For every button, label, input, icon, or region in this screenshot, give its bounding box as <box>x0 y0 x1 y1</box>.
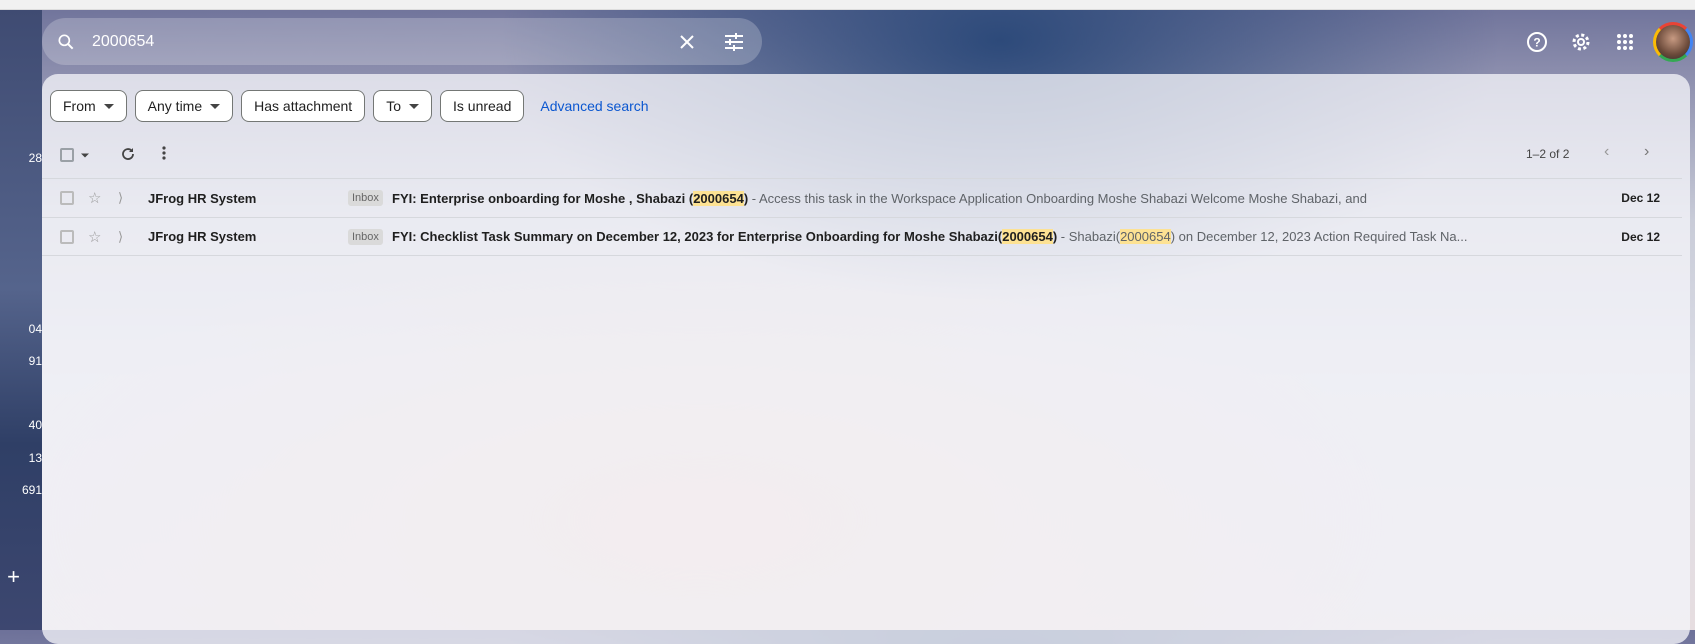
highlight: 2000654 <box>693 190 744 206</box>
filter-to[interactable]: To <box>373 90 432 122</box>
filter-from[interactable]: From <box>50 90 127 122</box>
highlight: 2000654 <box>1120 229 1171 244</box>
label-badge[interactable]: Inbox <box>348 190 383 206</box>
sidebar-count[interactable]: 40 <box>29 418 42 432</box>
more-options-icon[interactable] <box>162 145 166 166</box>
prev-page-icon[interactable]: ‹ <box>1604 143 1609 161</box>
svg-text:?: ? <box>1533 36 1540 50</box>
clear-search-icon[interactable] <box>678 33 696 51</box>
subject-snippet: FYI: Enterprise onboarding for Moshe , S… <box>392 190 1582 206</box>
main-panel: From Any time Has attachment To Is unrea… <box>42 74 1690 644</box>
search-options-icon[interactable] <box>724 32 744 51</box>
sidebar: 28 04 91 40 13 691 + <box>0 10 42 630</box>
add-label-icon[interactable]: + <box>7 564 20 590</box>
snippet: ) on December 12, 2023 Action Required T… <box>1170 229 1468 244</box>
snippet: - Shabazi( <box>1057 229 1121 244</box>
chip-label: Has attachment <box>254 98 353 114</box>
subject: FYI: Enterprise onboarding for Moshe , S… <box>392 190 694 206</box>
filter-any-time[interactable]: Any time <box>134 90 234 122</box>
date: Dec 12 <box>1621 229 1660 244</box>
sidebar-count[interactable]: 13 <box>29 451 42 465</box>
chip-label: To <box>386 98 401 114</box>
sender: JFrog HR System <box>148 229 257 244</box>
sidebar-count[interactable]: 691 <box>22 483 42 497</box>
sidebar-count[interactable]: 91 <box>29 354 42 368</box>
subject-snippet: FYI: Checklist Task Summary on December … <box>392 229 1582 244</box>
dropdown-icon <box>409 103 419 109</box>
avatar[interactable] <box>1653 22 1693 62</box>
star-icon[interactable]: ☆ <box>88 228 101 246</box>
snippet: - Access this task in the Workspace Appl… <box>748 190 1367 206</box>
subject: FYI: Checklist Task Summary on December … <box>392 229 1003 244</box>
help-icon[interactable]: ? <box>1515 31 1559 53</box>
next-page-icon[interactable]: › <box>1644 143 1649 161</box>
star-icon[interactable]: ☆ <box>88 189 101 207</box>
dropdown-icon <box>210 103 221 109</box>
highlight: 2000654 <box>1002 229 1053 244</box>
settings-gear-icon[interactable] <box>1559 31 1603 53</box>
search-input[interactable]: 2000654 <box>92 33 154 51</box>
chip-label: Any time <box>147 98 203 114</box>
important-marker-icon[interactable]: ⟩ <box>118 190 123 206</box>
filter-has-attachment[interactable]: Has attachment <box>241 90 366 122</box>
search-icon[interactable] <box>56 32 76 52</box>
email-row[interactable]: ☆ ⟩ JFrog HR System Inbox FYI: Checklist… <box>42 217 1682 256</box>
email-row[interactable]: ☆ ⟩ JFrog HR System Inbox FYI: Enterpris… <box>42 178 1682 217</box>
row-checkbox[interactable] <box>60 229 74 244</box>
date: Dec 12 <box>1621 191 1660 205</box>
filter-is-unread[interactable]: Is unread <box>440 90 525 122</box>
select-dropdown-icon[interactable] <box>81 153 89 158</box>
sidebar-count[interactable]: 28 <box>29 151 42 165</box>
chip-label: From <box>63 98 96 114</box>
important-marker-icon[interactable]: ⟩ <box>118 229 123 245</box>
apps-grid-icon[interactable] <box>1603 33 1647 51</box>
browser-top-strip <box>0 0 1695 10</box>
chip-label: Is unread <box>453 98 512 114</box>
dropdown-icon <box>103 103 114 109</box>
sidebar-count[interactable]: 04 <box>29 322 42 336</box>
pagination-range: 1–2 of 2 <box>1526 147 1570 161</box>
row-checkbox[interactable] <box>60 191 74 205</box>
refresh-icon[interactable] <box>120 146 136 167</box>
sender: JFrog HR System <box>148 190 257 206</box>
advanced-search-link[interactable]: Advanced search <box>540 98 648 114</box>
search-bar[interactable]: 2000654 <box>42 18 762 65</box>
label-badge[interactable]: Inbox <box>348 228 383 245</box>
select-all-checkbox[interactable] <box>60 148 74 162</box>
